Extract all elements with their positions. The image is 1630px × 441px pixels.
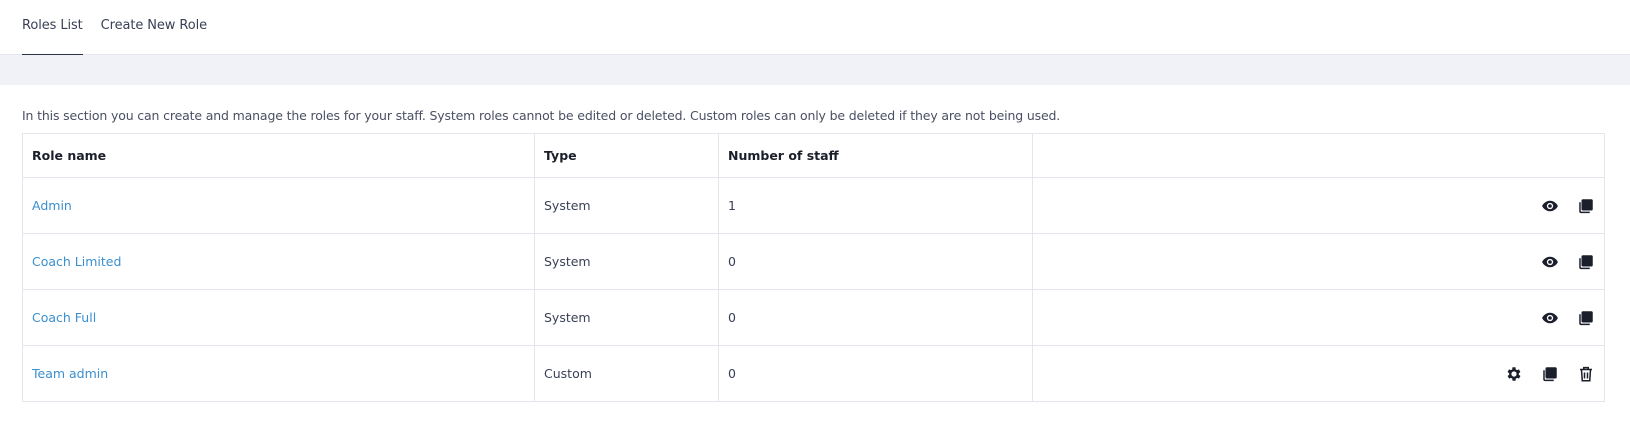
- table-header-row: Role name Type Number of staff: [22, 133, 1605, 178]
- header-role-name: Role name: [22, 133, 535, 178]
- table-row: Coach Limited System 0: [22, 233, 1605, 290]
- role-link-coach-full[interactable]: Coach Full: [32, 310, 96, 325]
- tab-bar: Roles List Create New Role: [0, 0, 1630, 55]
- role-type: System: [534, 289, 719, 346]
- copy-icon[interactable]: [1577, 253, 1595, 271]
- header-type: Type: [534, 133, 719, 178]
- staff-count: 0: [718, 345, 1033, 402]
- role-link-team-admin[interactable]: Team admin: [32, 366, 108, 381]
- staff-count: 0: [718, 289, 1033, 346]
- table-row: Coach Full System 0: [22, 289, 1605, 346]
- role-link-coach-limited[interactable]: Coach Limited: [32, 254, 121, 269]
- staff-count: 1: [718, 177, 1033, 234]
- roles-table: Role name Type Number of staff Admin Sys…: [22, 133, 1605, 402]
- table-row: Admin System 1: [22, 177, 1605, 234]
- copy-icon[interactable]: [1577, 197, 1595, 215]
- gear-icon[interactable]: [1505, 365, 1523, 383]
- tab-roles-list[interactable]: Roles List: [22, 0, 83, 55]
- trash-icon[interactable]: [1577, 365, 1595, 383]
- eye-icon[interactable]: [1541, 197, 1559, 215]
- header-actions: [1032, 133, 1605, 178]
- header-band: [0, 55, 1630, 85]
- copy-icon[interactable]: [1577, 309, 1595, 327]
- header-number-of-staff: Number of staff: [718, 133, 1033, 178]
- copy-icon[interactable]: [1541, 365, 1559, 383]
- role-link-admin[interactable]: Admin: [32, 198, 72, 213]
- role-type: Custom: [534, 345, 719, 402]
- main-content: In this section you can create and manag…: [0, 108, 1630, 402]
- role-type: System: [534, 177, 719, 234]
- intro-text: In this section you can create and manag…: [22, 108, 1061, 123]
- tab-create-new-role[interactable]: Create New Role: [101, 0, 207, 54]
- staff-count: 0: [718, 233, 1033, 290]
- role-type: System: [534, 233, 719, 290]
- eye-icon[interactable]: [1541, 309, 1559, 327]
- table-row: Team admin Custom 0: [22, 345, 1605, 402]
- eye-icon[interactable]: [1541, 253, 1559, 271]
